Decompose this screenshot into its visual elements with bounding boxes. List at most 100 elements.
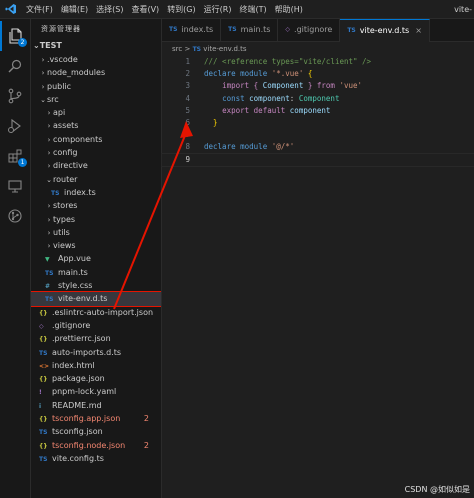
menu-file[interactable]: 文件(F)	[22, 4, 57, 15]
chevron-right-icon: ›	[41, 56, 45, 64]
tree-item-label: api	[53, 108, 66, 118]
folder-row[interactable]: › .vscode	[31, 53, 161, 66]
tree-item-label: assets	[53, 121, 79, 131]
code-token: from	[316, 81, 335, 91]
menu-go[interactable]: 转到(G)	[163, 4, 199, 15]
folder-row[interactable]: › node_modules	[31, 66, 161, 79]
breadcrumb-folder[interactable]: src	[172, 45, 182, 53]
menu-run[interactable]: 运行(R)	[200, 4, 236, 15]
file-row[interactable]: {} tsconfig.node.json 2	[31, 439, 161, 452]
code-token: :	[289, 93, 299, 103]
folder-row[interactable]: › utils	[31, 226, 161, 239]
line-number: 8	[185, 142, 190, 152]
code-line[interactable]: 7	[162, 129, 474, 141]
file-row[interactable]: i README.md	[31, 399, 161, 412]
folder-row[interactable]: ⌄router	[31, 173, 161, 186]
code-line[interactable]: 6 }	[162, 117, 474, 129]
tree-item-label: views	[53, 241, 76, 251]
extensions-activity-button[interactable]: 1	[0, 141, 30, 171]
line-number: 9	[185, 154, 190, 164]
menu-view[interactable]: 查看(V)	[127, 4, 163, 15]
folder-row[interactable]: › public	[31, 80, 161, 93]
breadcrumb-file[interactable]: vite-env.d.ts	[203, 45, 246, 53]
chevron-right-icon: ›	[47, 109, 51, 118]
chevron-right-icon: ›	[47, 162, 51, 171]
code-line[interactable]: 9	[161, 152, 474, 167]
editor-tabs: TS index.ts TS main.ts ◇ .gitignore TS vite-…	[162, 19, 474, 42]
file-row[interactable]: ◇ .gitignore	[31, 319, 161, 332]
code-line[interactable]: 1 /// <reference types="vite/client" />	[162, 56, 474, 68]
file-row[interactable]: TS main.ts	[31, 266, 161, 279]
file-row[interactable]: TS vite.config.ts	[31, 452, 161, 465]
code-editor[interactable]: 1 /// <reference types="vite/client" /> 2 d…	[161, 56, 474, 167]
folder-row[interactable]: › stores	[31, 199, 161, 212]
code-token: {	[303, 69, 313, 79]
file-row[interactable]: {} .prettierrc.json	[31, 332, 161, 345]
code-line[interactable]: 3 import { Component } from 'vue'	[162, 80, 474, 92]
folder-row[interactable]: › api	[31, 106, 161, 119]
file-row[interactable]: TS index.ts	[31, 186, 161, 199]
explorer-activity-button[interactable]: 2	[0, 21, 30, 51]
code-token: /// <reference types="vite/client" />	[204, 57, 372, 66]
run-debug-activity-button[interactable]	[0, 111, 30, 141]
tree-item-label: public	[47, 81, 72, 91]
git-graph-activity-button[interactable]	[0, 201, 30, 231]
window-title: vite-	[454, 4, 472, 14]
tree-item-label: .vscode	[47, 55, 78, 64]
menu-terminal[interactable]: 终端(T)	[235, 4, 270, 15]
file-row[interactable]: TS vite-env.d.ts	[31, 291, 161, 307]
file-row[interactable]: {} .eslintrc-auto-import.json	[31, 306, 161, 319]
file-row[interactable]: {} package.json	[31, 372, 161, 385]
tree-item-label: src	[47, 94, 59, 104]
ts-file-icon: TS	[39, 349, 48, 357]
folder-row[interactable]: › types	[31, 213, 161, 226]
close-tab-icon[interactable]: ×	[415, 20, 422, 42]
typescript-file-icon: TS	[192, 46, 201, 53]
menu-edit[interactable]: 编辑(E)	[57, 4, 92, 15]
code-line[interactable]: 8 declare module '@/*'	[162, 141, 474, 153]
code-token: export default	[222, 105, 286, 115]
tree-item-label: directive	[53, 161, 88, 171]
code-line[interactable]: 5 export default component	[162, 105, 474, 117]
tree-item-label: App.vue	[58, 254, 91, 264]
file-row[interactable]: <> index.html	[31, 359, 161, 372]
tab-gitignore[interactable]: ◇ .gitignore	[278, 19, 341, 41]
chevron-right-icon: ›	[47, 228, 51, 237]
code-token: declare module	[204, 142, 272, 152]
tree-item-label: vite-env.d.ts	[58, 294, 108, 304]
folder-row[interactable]: › config	[31, 146, 161, 159]
file-row[interactable]: # style.css	[31, 279, 161, 292]
folder-row[interactable]: › views	[31, 239, 161, 252]
tab-index-ts[interactable]: TS index.ts	[162, 19, 222, 41]
tree-item-label: index.html	[52, 360, 95, 370]
code-token: '*.vue'	[271, 69, 304, 79]
ts-file-icon: TS	[45, 296, 54, 304]
remote-explorer-activity-button[interactable]	[0, 171, 30, 201]
menu-help[interactable]: 帮助(H)	[271, 4, 307, 15]
file-row[interactable]: TS auto-imports.d.ts	[31, 346, 161, 359]
tab-vite-env-d-ts[interactable]: TS vite-env.d.ts ×	[340, 19, 430, 42]
line-number: 6	[185, 117, 190, 127]
source-control-activity-button[interactable]	[0, 81, 30, 111]
file-tree: › .vscode › node_modules › public ⌄src › api › ass…	[31, 53, 161, 465]
file-row[interactable]: ! pnpm-lock.yaml	[31, 385, 161, 398]
file-row[interactable]: ▼ App.vue	[31, 252, 161, 265]
file-row[interactable]: TS tsconfig.json	[31, 425, 161, 438]
folder-row[interactable]: › components	[31, 133, 161, 146]
search-activity-button[interactable]	[0, 51, 30, 81]
file-row[interactable]: {} tsconfig.app.json 2	[31, 412, 161, 425]
tab-main-ts[interactable]: TS main.ts	[221, 19, 279, 41]
menu-selection[interactable]: 选择(S)	[92, 4, 127, 15]
folder-row[interactable]: › assets	[31, 119, 161, 132]
tree-item-label: vite.config.ts	[52, 453, 104, 463]
tsconfig-file-icon: TS	[39, 429, 48, 437]
json-file-icon: {}	[39, 309, 48, 317]
tree-item-label: stores	[53, 201, 78, 211]
folder-row[interactable]: ⌄src	[31, 93, 161, 106]
code-line[interactable]: 2 declare module '*.vue' {	[162, 68, 474, 80]
folder-row[interactable]: › directive	[31, 159, 161, 172]
explorer-root-folder[interactable]: ⌄TEST	[31, 39, 161, 53]
code-line[interactable]: 4 const component: Component	[162, 93, 474, 105]
